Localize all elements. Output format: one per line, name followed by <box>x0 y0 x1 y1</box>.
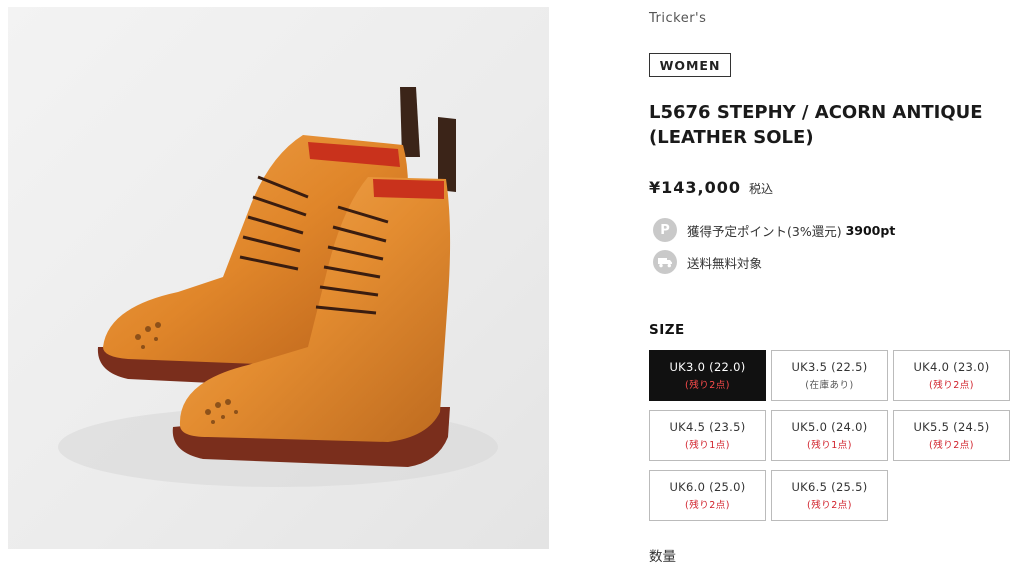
size-value: UK6.0 (25.0) <box>669 480 746 494</box>
size-option-uk3-0[interactable]: UK3.0 (22.0) (残り2点) <box>649 350 766 401</box>
size-value: UK5.0 (24.0) <box>791 420 868 434</box>
quantity-label: 数量 <box>649 549 676 565</box>
points-label: 獲得予定ポイント(3%還元) <box>687 223 842 239</box>
shipping-row: 送料無料対象 <box>653 250 762 274</box>
title-line-2: (LEATHER SOLE) <box>649 127 814 148</box>
size-grid: UK3.0 (22.0) (残り2点) UK3.5 (22.5) (在庫あり) … <box>649 350 1011 521</box>
size-value: UK3.0 (22.0) <box>669 360 746 374</box>
size-option-uk4-5[interactable]: UK4.5 (23.5) (残り1点) <box>649 410 766 461</box>
size-value: UK3.5 (22.5) <box>791 360 868 374</box>
size-value: UK4.0 (23.0) <box>913 360 990 374</box>
stock-status: (残り2点) <box>807 500 852 511</box>
product-image[interactable] <box>8 7 549 549</box>
stock-status: (残り1点) <box>807 440 852 451</box>
size-option-uk6-0[interactable]: UK6.0 (25.0) (残り2点) <box>649 470 766 521</box>
size-value: UK6.5 (25.5) <box>791 480 868 494</box>
points-value: 3900pt <box>845 222 896 238</box>
stock-status: (残り2点) <box>685 500 730 511</box>
size-heading: SIZE <box>649 322 685 338</box>
stock-status: (在庫あり) <box>805 380 854 391</box>
stock-status: (残り2点) <box>929 440 974 451</box>
brand-name[interactable]: Tricker's <box>649 11 706 26</box>
title-line-1: L5676 STEPHY / ACORN ANTIQUE <box>649 102 983 123</box>
size-option-uk5-5[interactable]: UK5.5 (24.5) (残り2点) <box>893 410 1010 461</box>
stock-status: (残り2点) <box>685 380 730 391</box>
stock-status: (残り1点) <box>685 440 730 451</box>
tax-note: 税込 <box>749 182 774 196</box>
size-value: UK5.5 (24.5) <box>913 420 990 434</box>
points-p-icon: P <box>653 218 677 242</box>
product-title: L5676 STEPHY / ACORN ANTIQUE (LEATHER SO… <box>649 100 1009 150</box>
points-row: P 獲得予定ポイント(3%還元) 3900pt <box>653 218 895 242</box>
price-block: ¥143,000 税込 <box>649 178 773 197</box>
size-option-uk3-5[interactable]: UK3.5 (22.5) (在庫あり) <box>771 350 888 401</box>
gender-tag[interactable]: WOMEN <box>649 53 731 77</box>
size-option-uk4-0[interactable]: UK4.0 (23.0) (残り2点) <box>893 350 1010 401</box>
boots-illustration <box>58 87 498 487</box>
size-option-uk5-0[interactable]: UK5.0 (24.0) (残り1点) <box>771 410 888 461</box>
shipping-label: 送料無料対象 <box>687 255 763 271</box>
size-option-uk6-5[interactable]: UK6.5 (25.5) (残り2点) <box>771 470 888 521</box>
stock-status: (残り2点) <box>929 380 974 391</box>
size-value: UK4.5 (23.5) <box>669 420 746 434</box>
price: ¥143,000 <box>649 178 742 197</box>
truck-icon <box>653 250 677 274</box>
